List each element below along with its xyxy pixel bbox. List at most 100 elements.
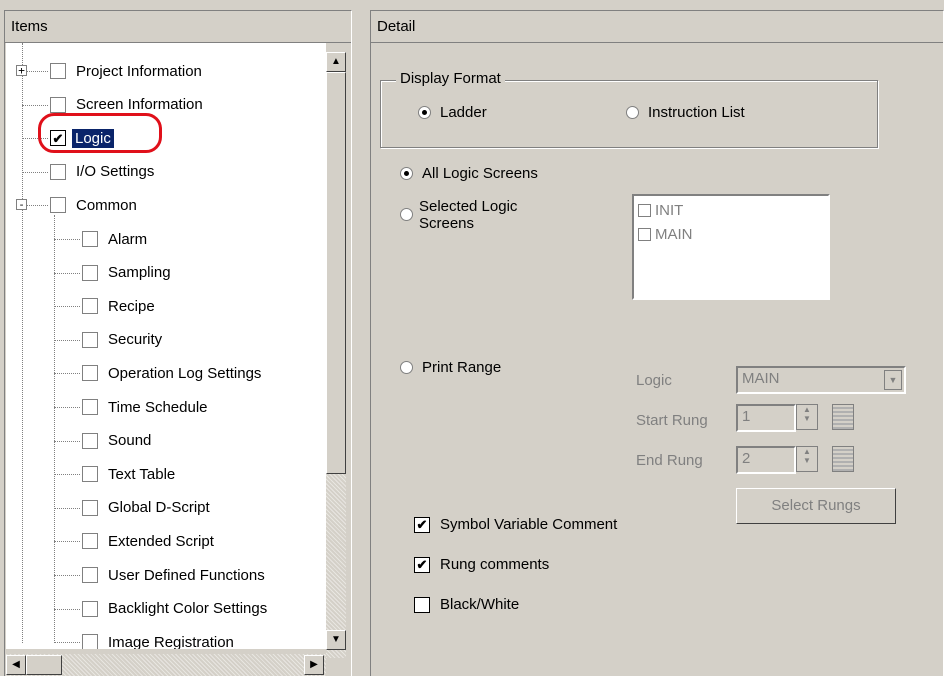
tree-item-checkbox[interactable]: [50, 63, 66, 79]
tree-connector: [54, 575, 80, 576]
print-range-option[interactable]: Print Range: [400, 359, 501, 376]
scroll-right-arrow-icon[interactable]: ▶: [304, 655, 324, 675]
screen-label: MAIN: [655, 226, 693, 243]
instruction-list-radio-option[interactable]: Instruction List: [626, 104, 745, 121]
tree-item-checkbox[interactable]: [82, 231, 98, 247]
items-panel-title: Items: [5, 11, 351, 43]
scroll-left-arrow-icon[interactable]: ◀: [6, 655, 26, 675]
screen-checkbox[interactable]: [638, 228, 651, 241]
tree-item-label: Screen Information: [76, 96, 203, 114]
tree-connector: [22, 171, 48, 173]
tree-item-label: Sound: [108, 432, 152, 450]
print-range-radio[interactable]: [400, 361, 413, 374]
ladder-radio-option[interactable]: Ladder: [418, 104, 487, 121]
tree-item-checkbox[interactable]: [82, 399, 98, 415]
tree-item-checkbox[interactable]: [50, 96, 66, 113]
tree-connector: [54, 642, 80, 644]
tree-connector: [54, 440, 80, 442]
tree-item-label: Project Information: [76, 62, 202, 80]
ladder-label: Ladder: [440, 104, 487, 121]
symbol-variable-comment-option[interactable]: ✔ Symbol Variable Comment: [414, 516, 617, 533]
tree-connector: [54, 239, 80, 240]
tree-item-checkbox[interactable]: [82, 298, 98, 315]
tree-connector: [22, 104, 48, 106]
tree-item[interactable]: Operation Log Settings: [82, 359, 261, 387]
start-rung-input[interactable]: 1: [736, 404, 796, 432]
all-logic-screens-option[interactable]: All Logic Screens: [400, 165, 538, 182]
tree-item[interactable]: Sound: [82, 427, 151, 455]
start-rung-label: Start Rung: [636, 412, 708, 429]
tree-item-checkbox[interactable]: [50, 197, 66, 214]
tree-item-checkbox[interactable]: [82, 466, 98, 483]
tree-item[interactable]: User Defined Functions: [82, 561, 265, 589]
list-item[interactable]: INIT: [638, 202, 683, 219]
tree-item[interactable]: Security: [82, 326, 162, 354]
collapse-minus-icon[interactable]: -: [16, 199, 27, 211]
screen-checkbox[interactable]: [638, 204, 651, 217]
screen-label: INIT: [655, 202, 684, 219]
tree-item-label: Text Table: [108, 465, 176, 483]
tree-guide-line: [22, 43, 23, 643]
selected-logic-screens-option[interactable]: Selected Logic Screens: [400, 198, 539, 232]
tree-item-checkbox[interactable]: [82, 264, 98, 281]
tree-item[interactable]: Global D-Script: [82, 494, 210, 522]
rung-comments-option[interactable]: ✔ Rung comments: [414, 556, 549, 573]
black-white-option[interactable]: Black/White: [414, 596, 519, 613]
logic-screens-listbox[interactable]: INIT MAIN: [632, 194, 830, 300]
tree-horizontal-scrollbar[interactable]: ◀ ▶: [6, 654, 326, 676]
tree-connector: [54, 474, 80, 476]
tree-item[interactable]: Text Table: [82, 460, 175, 488]
scroll-up-arrow-icon[interactable]: ▲: [326, 52, 346, 72]
instruction-list-radio[interactable]: [626, 106, 639, 119]
logic-select[interactable]: MAIN ▼: [736, 366, 906, 394]
selected-logic-screens-radio[interactable]: [400, 208, 413, 221]
start-rung-grid-icon[interactable]: [832, 404, 854, 430]
display-format-title: Display Format: [396, 70, 505, 87]
tree-connector: [54, 339, 80, 341]
selected-logic-screens-label: Selected Logic Screens: [419, 198, 518, 232]
black-white-checkbox[interactable]: [414, 596, 430, 613]
tree-item[interactable]: I/O Settings: [50, 158, 154, 186]
all-logic-screens-radio[interactable]: [400, 167, 413, 180]
end-rung-grid-icon[interactable]: [832, 446, 854, 472]
tree-item[interactable]: Project Information: [50, 57, 202, 85]
ladder-radio[interactable]: [418, 106, 431, 119]
tree-item[interactable]: Alarm: [82, 225, 147, 253]
tree-item-label: Sampling: [108, 264, 171, 282]
end-rung-spinner[interactable]: ▲ ▼: [796, 446, 818, 472]
tree-item[interactable]: Recipe: [82, 292, 155, 320]
tree-item[interactable]: Time Schedule: [82, 393, 208, 421]
scroll-down-arrow-icon[interactable]: ▼: [326, 630, 346, 650]
tree-item-checkbox[interactable]: [82, 499, 98, 516]
tree-item[interactable]: Extended Script: [82, 527, 214, 555]
tree-item-checkbox[interactable]: [82, 533, 98, 550]
horizontal-scroll-thumb[interactable]: [26, 655, 62, 675]
tree-item-checkbox[interactable]: [82, 634, 98, 649]
tree-item-label: Backlight Color Settings: [108, 600, 268, 618]
scroll-thumb[interactable]: [326, 72, 346, 474]
tree-item-checkbox[interactable]: [82, 365, 98, 382]
tree-item-checkbox[interactable]: [82, 600, 98, 617]
tree-connector: [54, 306, 80, 308]
tree-item-checkbox[interactable]: [82, 567, 98, 583]
end-rung-label: End Rung: [636, 452, 703, 469]
all-logic-screens-label: All Logic Screens: [422, 165, 538, 182]
start-rung-spinner[interactable]: ▲ ▼: [796, 404, 818, 430]
tree-item[interactable]: Backlight Color Settings: [82, 595, 267, 623]
end-rung-input[interactable]: 2: [736, 446, 796, 474]
tree-vertical-scrollbar[interactable]: ▲ ▼: [326, 52, 346, 658]
instruction-list-label: Instruction List: [648, 104, 745, 121]
tree-connector: [54, 608, 80, 610]
tree-item-checkbox[interactable]: [82, 331, 98, 348]
chevron-down-icon[interactable]: ▼: [884, 370, 902, 390]
tree-item-checkbox[interactable]: [82, 432, 98, 449]
tree-item[interactable]: Image Registration: [82, 628, 234, 649]
tree-item-checkbox[interactable]: [50, 163, 66, 180]
list-item[interactable]: MAIN: [638, 226, 693, 243]
symbol-variable-comment-checkbox[interactable]: ✔: [414, 516, 430, 533]
expand-plus-icon[interactable]: +: [16, 65, 27, 76]
rung-comments-checkbox[interactable]: ✔: [414, 556, 430, 573]
select-rungs-button[interactable]: Select Rungs: [736, 488, 896, 524]
tree-item[interactable]: Sampling: [82, 259, 171, 287]
tree-item[interactable]: Common: [50, 191, 137, 219]
